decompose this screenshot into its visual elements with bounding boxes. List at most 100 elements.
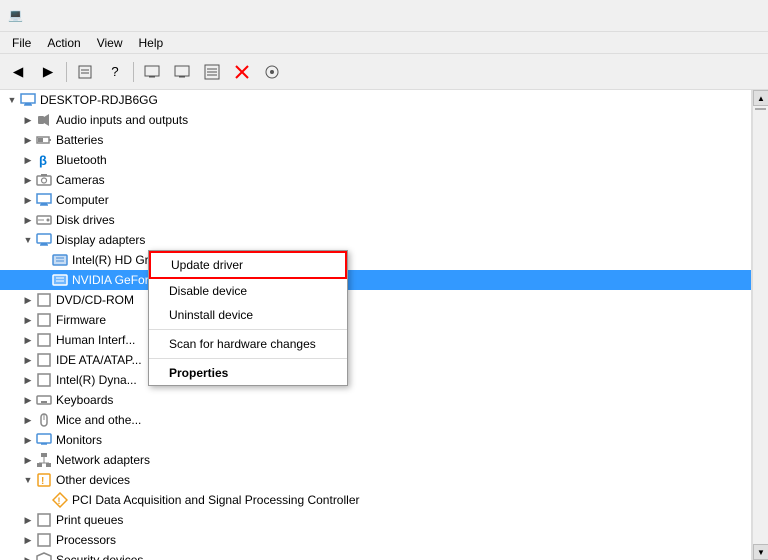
tree-item-label: Security devices (56, 553, 143, 560)
scroll-down-arrow[interactable]: ▼ (753, 544, 768, 560)
tree-item[interactable]: ▶Computer (0, 190, 751, 210)
tree-item[interactable]: ▶ Processors (0, 530, 751, 550)
network-icon (36, 452, 52, 468)
display2-icon (174, 64, 190, 80)
tree-item[interactable]: ▶ Batteries (0, 130, 751, 150)
context-menu-item[interactable]: Update driver (149, 251, 347, 279)
toolbar-display1[interactable] (138, 58, 166, 86)
expander-icon[interactable]: ▶ (20, 412, 36, 428)
tree-item[interactable]: ▶Firmware (0, 310, 751, 330)
menu-bar: File Action View Help (0, 32, 768, 54)
mouse-icon (36, 412, 52, 428)
expander-icon[interactable]: ▶ (20, 192, 36, 208)
toolbar-remove[interactable] (228, 58, 256, 86)
tree-panel: ▼ DESKTOP-RDJB6GG ▶ Audio inputs and output… (0, 90, 752, 560)
expander-icon[interactable]: ▶ (20, 392, 36, 408)
minimize-button[interactable] (618, 0, 664, 32)
toolbar-sep2 (133, 62, 134, 82)
tree-item-label: Batteries (56, 133, 103, 147)
tree-item[interactable]: ▶Keyboards (0, 390, 751, 410)
expander-icon[interactable]: ▼ (20, 232, 36, 248)
toolbar-help[interactable]: ? (101, 58, 129, 86)
scroll-up-arrow[interactable]: ▲ (753, 90, 768, 106)
toolbar-forward[interactable]: ▶ (34, 58, 62, 86)
tree-item[interactable]: ▼Display adapters (0, 230, 751, 250)
bluetooth-icon: β (36, 152, 52, 168)
expander-icon[interactable]: ▶ (20, 152, 36, 168)
tree-item[interactable]: ▶Print queues (0, 510, 751, 530)
toolbar-display2[interactable] (168, 58, 196, 86)
expander-icon[interactable]: ▶ (20, 172, 36, 188)
tree-item-label: Mice and othe... (56, 413, 141, 427)
maximize-button[interactable] (666, 0, 712, 32)
expander-icon[interactable]: ▶ (20, 332, 36, 348)
toolbar-list[interactable] (198, 58, 226, 86)
context-menu-item[interactable]: Uninstall device (149, 303, 347, 327)
menu-file[interactable]: File (4, 34, 39, 52)
tree-item[interactable]: ! PCI Data Acquisition and Signal Process… (0, 490, 751, 510)
tree-item[interactable]: Intel(R) HD Graphics 520 (0, 250, 751, 270)
expander-icon[interactable]: ▶ (20, 312, 36, 328)
tree-scroll[interactable]: ▼ DESKTOP-RDJB6GG ▶ Audio inputs and output… (0, 90, 751, 560)
expander-icon[interactable]: ▶ (20, 372, 36, 388)
tree-item[interactable]: ▶ DVD/CD-ROM (0, 290, 751, 310)
toolbar-scan[interactable] (258, 58, 286, 86)
context-menu: Update driverDisable deviceUninstall dev… (148, 250, 348, 386)
tree-item-label: Audio inputs and outputs (56, 113, 188, 127)
monitor-icon (36, 432, 52, 448)
menu-help[interactable]: Help (131, 34, 172, 52)
tree-item-label: DESKTOP-RDJB6GG (40, 93, 158, 107)
context-menu-separator (149, 358, 347, 359)
scroll-thumb[interactable] (755, 108, 766, 110)
expander-icon[interactable]: ▶ (20, 132, 36, 148)
tree-item[interactable]: NVIDIA GeForce 940M (0, 270, 751, 290)
expander-icon[interactable]: ▶ (20, 552, 36, 560)
expander-icon[interactable]: ▶ (20, 532, 36, 548)
vertical-scrollbar[interactable]: ▲ ▼ (752, 90, 768, 560)
expander-placeholder (36, 492, 52, 508)
context-menu-item[interactable]: Disable device (149, 279, 347, 303)
menu-view[interactable]: View (89, 34, 131, 52)
context-menu-item[interactable]: Properties (149, 361, 347, 385)
tree-item[interactable]: ▶Monitors (0, 430, 751, 450)
expander-icon[interactable]: ▶ (20, 292, 36, 308)
toolbar-properties[interactable] (71, 58, 99, 86)
tree-item[interactable]: ▶Intel(R) Dyna... (0, 370, 751, 390)
computer-icon (36, 192, 52, 208)
pci-icon: ! (52, 492, 68, 508)
tree-item[interactable]: ▶Human Interf... (0, 330, 751, 350)
battery-icon (36, 132, 52, 148)
scroll-track[interactable] (753, 106, 768, 544)
expander-icon[interactable]: ▶ (20, 212, 36, 228)
tree-item[interactable]: ▶Network adapters (0, 450, 751, 470)
expander-icon[interactable]: ▶ (20, 112, 36, 128)
tree-item[interactable]: ▶IDE ATA/ATAP... (0, 350, 751, 370)
menu-action[interactable]: Action (39, 34, 88, 52)
computer-icon (20, 92, 36, 108)
expander-icon[interactable]: ▶ (20, 432, 36, 448)
tree-item[interactable]: ▶ Security devices (0, 550, 751, 560)
generic-icon (36, 352, 52, 368)
tree-item[interactable]: ▶ Mice and othe... (0, 410, 751, 430)
close-button[interactable] (714, 0, 760, 32)
context-menu-item[interactable]: Scan for hardware changes (149, 332, 347, 356)
tree-item-label: Processors (56, 533, 116, 547)
expander-icon[interactable]: ▶ (20, 352, 36, 368)
tree-item-label: PCI Data Acquisition and Signal Processi… (72, 493, 359, 507)
tree-item[interactable]: ▼!Other devices (0, 470, 751, 490)
tree-item[interactable]: ▼ DESKTOP-RDJB6GG (0, 90, 751, 110)
tree-item[interactable]: ▶Cameras (0, 170, 751, 190)
expander-icon[interactable]: ▼ (4, 92, 20, 108)
tree-item[interactable]: ▶Disk drives (0, 210, 751, 230)
expander-placeholder (36, 272, 52, 288)
tree-item-label: DVD/CD-ROM (56, 293, 134, 307)
expander-icon[interactable]: ▶ (20, 512, 36, 528)
tree-item[interactable]: ▶βBluetooth (0, 150, 751, 170)
toolbar-back[interactable]: ◀ (4, 58, 32, 86)
tree-item[interactable]: ▶ Audio inputs and outputs (0, 110, 751, 130)
expander-icon[interactable]: ▼ (20, 472, 36, 488)
generic-icon (36, 292, 52, 308)
expander-icon[interactable]: ▶ (20, 452, 36, 468)
main-content: ▼ DESKTOP-RDJB6GG ▶ Audio inputs and output… (0, 90, 768, 560)
tree-item-label: Other devices (56, 473, 130, 487)
